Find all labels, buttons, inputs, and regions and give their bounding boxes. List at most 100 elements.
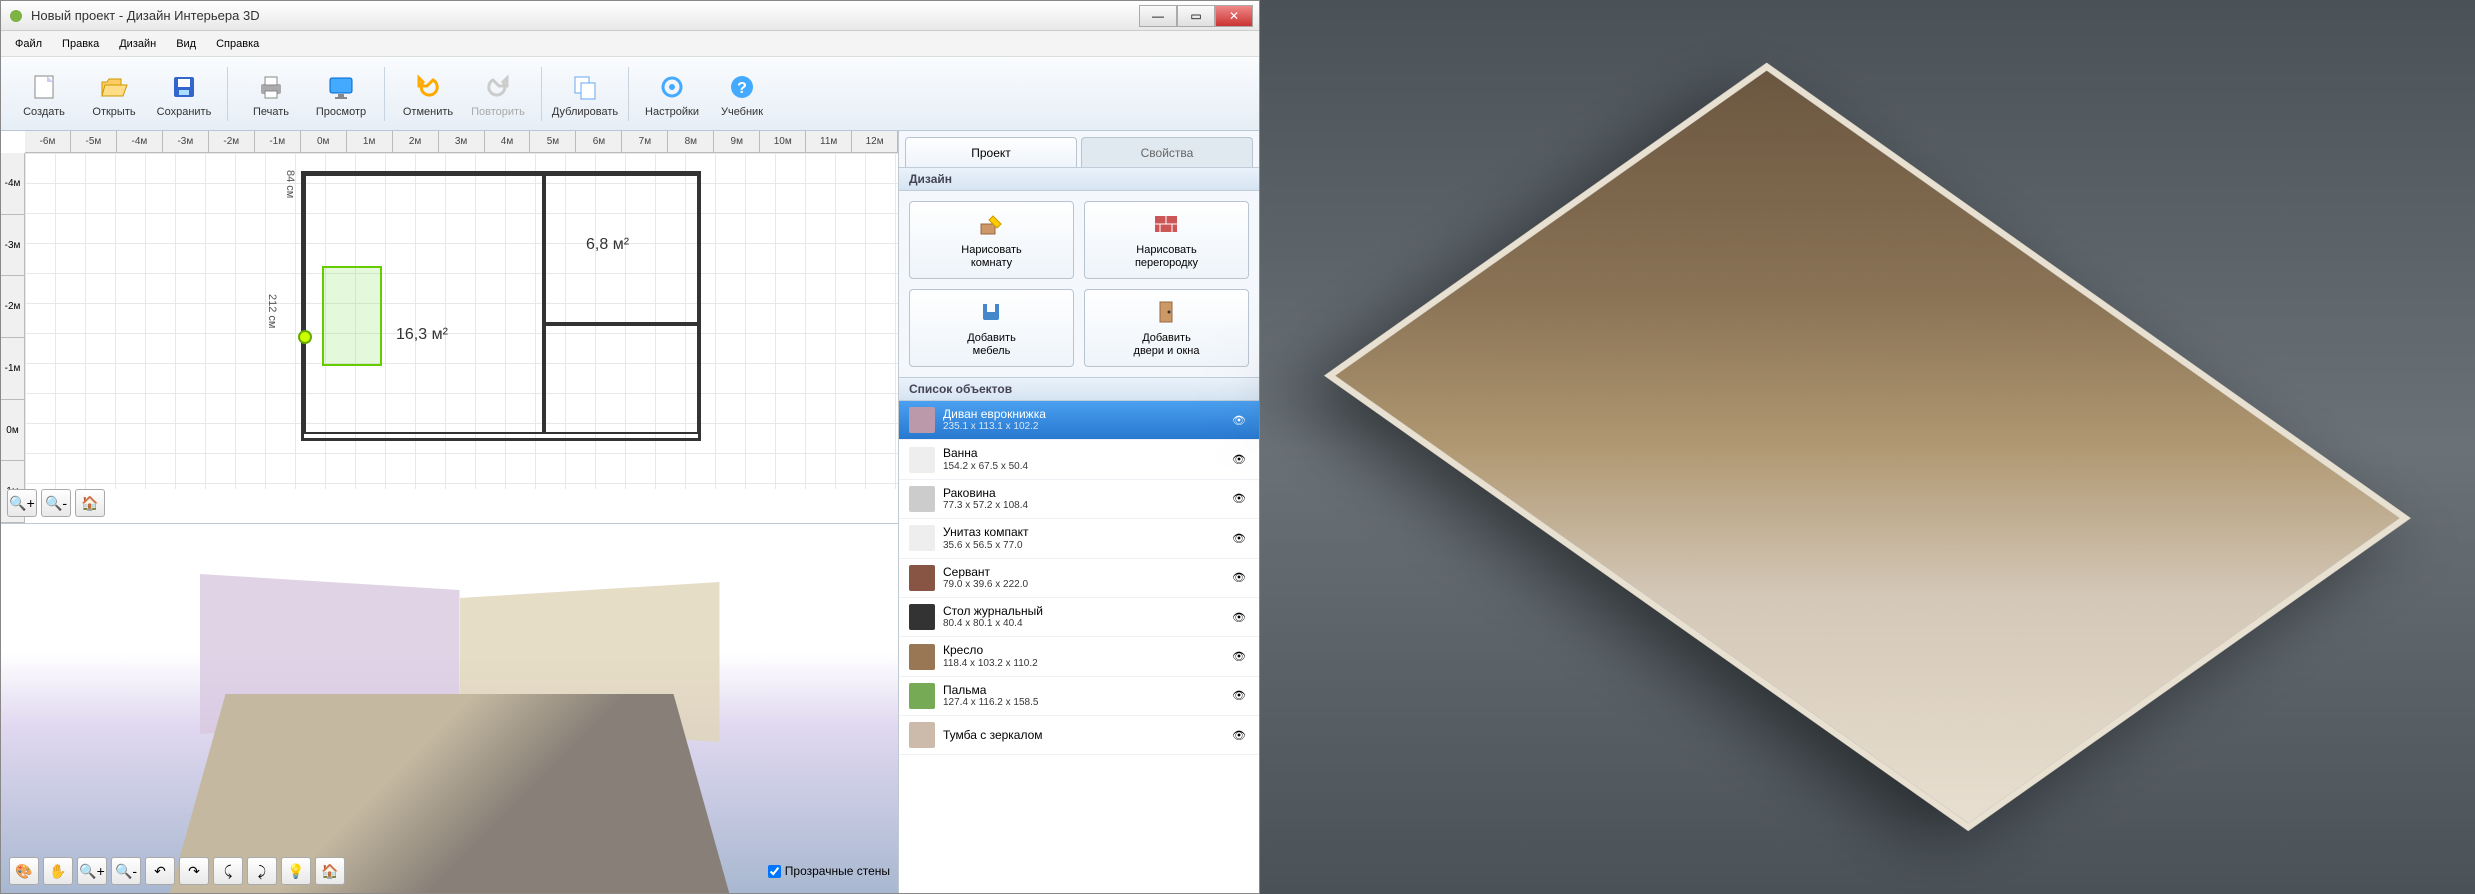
visibility-toggle[interactable]: 👁 <box>1229 410 1249 430</box>
toolbar-undo[interactable]: Отменить <box>395 63 461 125</box>
toolbar-print[interactable]: Печать <box>238 63 304 125</box>
home-view-button[interactable]: 🏠 <box>75 489 105 517</box>
object-thumb-icon <box>909 486 935 512</box>
visibility-toggle[interactable]: 👁 <box>1229 489 1249 509</box>
toolbar-open[interactable]: Открыть <box>81 63 147 125</box>
menu-help[interactable]: Справка <box>206 34 269 54</box>
room-3[interactable] <box>544 324 699 434</box>
object-name: Кресло <box>943 643 1221 657</box>
tab-properties[interactable]: Свойства <box>1081 137 1253 167</box>
hand-icon: ✋ <box>49 863 66 880</box>
add-doors-button[interactable]: Добавить двери и окна <box>1084 289 1249 367</box>
visibility-toggle[interactable]: 👁 <box>1229 450 1249 470</box>
ruler-tick: 11м <box>806 131 852 152</box>
toolbar-separator <box>227 67 228 121</box>
zoom-out-button[interactable]: 🔍- <box>41 489 71 517</box>
toolbar-create[interactable]: Создать <box>11 63 77 125</box>
room-1[interactable]: 16,3 м² <box>304 174 544 434</box>
preview-3d[interactable]: 🎨 ✋ 🔍+ 🔍- ↶ ↷ ⤹ ⤸ 💡 🏠 Прозрачные стены <box>1 523 898 893</box>
close-button[interactable]: ✕ <box>1215 5 1253 27</box>
object-list-item[interactable]: Тумба с зеркалом👁 <box>899 716 1259 755</box>
app-icon <box>7 7 25 25</box>
preview-tilt-down-button[interactable]: ⤸ <box>247 857 277 885</box>
object-list-item[interactable]: Пальма127.4 x 116.2 x 158.5👁 <box>899 677 1259 716</box>
object-list-item[interactable]: Раковина77.3 x 57.2 x 108.4👁 <box>899 480 1259 519</box>
preview-pan-button[interactable]: ✋ <box>43 857 73 885</box>
menu-view[interactable]: Вид <box>166 34 206 54</box>
preview-color-picker[interactable]: 🎨 <box>9 857 39 885</box>
selection-handle[interactable] <box>298 330 312 344</box>
preview-zoom-out-button[interactable]: 🔍- <box>111 857 141 885</box>
toolbar-separator <box>541 67 542 121</box>
svg-text:?: ? <box>737 80 747 97</box>
floorplan[interactable]: 16,3 м² 6,8 м² 84 см 212 см <box>301 171 701 441</box>
object-name: Раковина <box>943 486 1221 500</box>
tilt-up-icon: ⤹ <box>224 863 232 880</box>
redo-icon <box>481 70 515 104</box>
ruler-tick: -4м <box>117 131 163 152</box>
preview-tilt-up-button[interactable]: ⤹ <box>213 857 243 885</box>
object-list-item[interactable]: Ванна154.2 x 67.5 x 50.4👁 <box>899 440 1259 479</box>
preview-rotate-right-button[interactable]: ↷ <box>179 857 209 885</box>
visibility-toggle[interactable]: 👁 <box>1229 607 1249 627</box>
zoom-in-button[interactable]: 🔍+ <box>7 489 37 517</box>
pencil-room-icon <box>977 210 1007 240</box>
object-list-item[interactable]: Сервант79.0 x 39.6 x 222.0👁 <box>899 559 1259 598</box>
render-3d-floorplan <box>1324 63 2411 832</box>
main-area: -6м-5м-4м-3м-2м-1м0м1м2м3м4м5м6м7м8м9м10… <box>1 131 1259 893</box>
draw-room-button[interactable]: Нарисовать комнату <box>909 201 1074 279</box>
window-title: Новый проект - Дизайн Интерьера 3D <box>31 8 1139 23</box>
toolbar-tutorial[interactable]: ? Учебник <box>709 63 775 125</box>
dimension-top: 84 см <box>284 170 296 198</box>
maximize-button[interactable]: ▭ <box>1177 5 1215 27</box>
menu-design[interactable]: Дизайн <box>109 34 166 54</box>
toolbar-save[interactable]: Сохранить <box>151 63 217 125</box>
duplicate-icon <box>568 70 602 104</box>
tilt-down-icon: ⤸ <box>258 863 266 880</box>
tab-project[interactable]: Проект <box>905 137 1077 167</box>
right-pane: Проект Свойства Дизайн Нарисовать комнат… <box>899 131 1259 893</box>
toolbar-duplicate[interactable]: Дублировать <box>552 63 618 125</box>
tab-row: Проект Свойства <box>899 131 1259 167</box>
window-controls: — ▭ ✕ <box>1139 5 1253 27</box>
section-design-title: Дизайн <box>899 167 1259 191</box>
toolbar-redo[interactable]: Повторить <box>465 63 531 125</box>
menu-file[interactable]: Файл <box>5 34 52 54</box>
object-list-item[interactable]: Кресло118.4 x 103.2 x 110.2👁 <box>899 637 1259 676</box>
object-list[interactable]: Диван еврокнижка235.1 x 113.1 x 102.2👁Ва… <box>899 401 1259 893</box>
preview-rotate-left-button[interactable]: ↶ <box>145 857 175 885</box>
ruler-tick: -1м <box>255 131 301 152</box>
ruler-tick: 1м <box>347 131 393 152</box>
selection-box[interactable] <box>322 266 382 366</box>
object-list-item[interactable]: Унитаз компакт35.6 x 56.5 x 77.0👁 <box>899 519 1259 558</box>
preview-home-button[interactable]: 🏠 <box>315 857 345 885</box>
undo-icon <box>411 70 445 104</box>
object-list-item[interactable]: Диван еврокнижка235.1 x 113.1 x 102.2👁 <box>899 401 1259 440</box>
object-dimensions: 154.2 x 67.5 x 50.4 <box>943 461 1221 473</box>
object-name: Сервант <box>943 565 1221 579</box>
visibility-toggle[interactable]: 👁 <box>1229 568 1249 588</box>
object-thumb-icon <box>909 407 935 433</box>
ruler-tick: -4м <box>1 153 24 215</box>
toolbar-settings[interactable]: Настройки <box>639 63 705 125</box>
add-furniture-button[interactable]: Добавить мебель <box>909 289 1074 367</box>
canvas-2d[interactable]: -6м-5м-4м-3м-2м-1м0м1м2м3м4м5м6м7м8м9м10… <box>1 131 898 523</box>
visibility-toggle[interactable]: 👁 <box>1229 647 1249 667</box>
visibility-toggle[interactable]: 👁 <box>1229 686 1249 706</box>
preview-zoom-in-button[interactable]: 🔍+ <box>77 857 107 885</box>
new-file-icon <box>27 70 61 104</box>
home-icon: 🏠 <box>321 863 338 880</box>
preview-light-button[interactable]: 💡 <box>281 857 311 885</box>
canvas-2d-tools: 🔍+ 🔍- 🏠 <box>7 489 105 517</box>
object-list-item[interactable]: Стол журнальный80.4 x 80.1 x 40.4👁 <box>899 598 1259 637</box>
draw-partition-button[interactable]: Нарисовать перегородку <box>1084 201 1249 279</box>
toolbar-preview[interactable]: Просмотр <box>308 63 374 125</box>
menu-edit[interactable]: Правка <box>52 34 109 54</box>
object-dimensions: 127.4 x 116.2 x 158.5 <box>943 697 1221 709</box>
room-2[interactable]: 6,8 м² <box>544 174 699 324</box>
visibility-toggle[interactable]: 👁 <box>1229 725 1249 745</box>
minimize-button[interactable]: — <box>1139 5 1177 27</box>
visibility-toggle[interactable]: 👁 <box>1229 528 1249 548</box>
section-objects-title: Список объектов <box>899 377 1259 401</box>
transparent-walls-checkbox[interactable]: Прозрачные стены <box>768 864 890 878</box>
